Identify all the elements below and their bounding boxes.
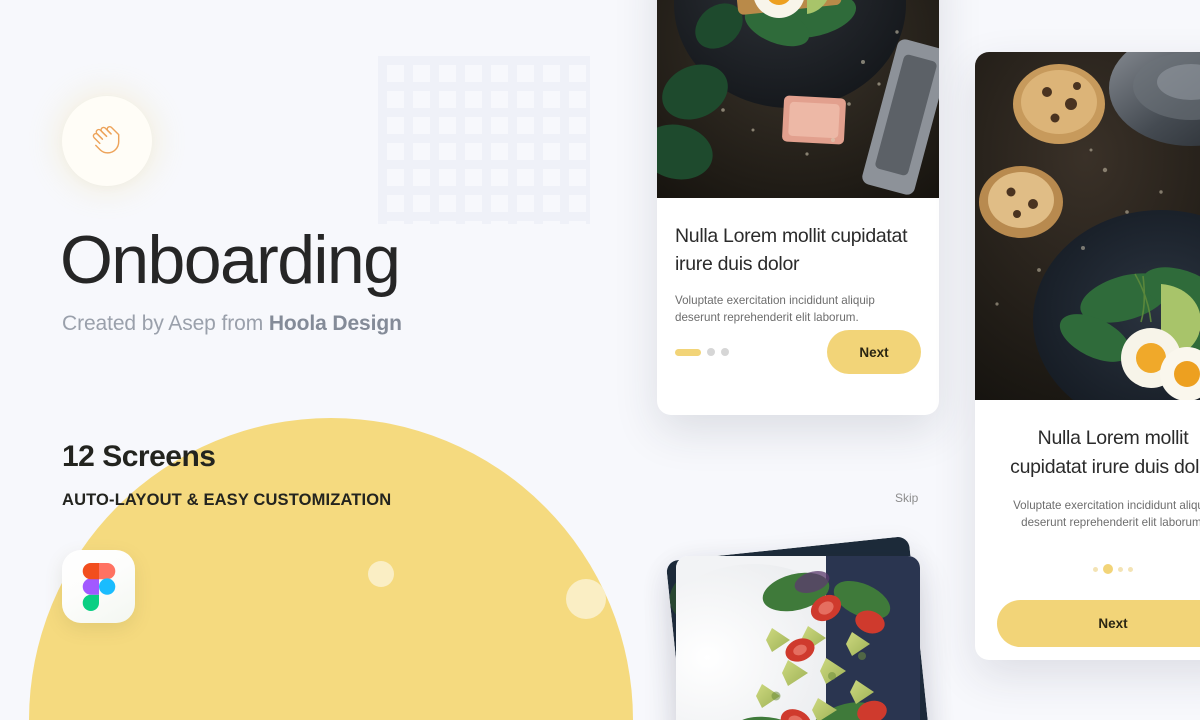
onboarding-card-1: Nulla Lorem mollit cupidatat irure duis …	[657, 0, 939, 415]
figma-app-tile[interactable]	[62, 550, 135, 623]
waving-hand-icon	[84, 118, 130, 164]
screens-count: 12 Screens	[62, 440, 216, 473]
card-1-body-text: Voluptate exercitation incididunt aliqui…	[675, 294, 875, 324]
next-button[interactable]: Next	[827, 330, 921, 374]
pagination-indicator[interactable]	[1093, 566, 1098, 572]
pagination-indicator[interactable]	[1128, 566, 1133, 572]
page-title: Onboarding	[60, 222, 401, 298]
pagination-indicator[interactable]	[707, 348, 715, 356]
pagination-indicator-active[interactable]	[675, 348, 701, 356]
card-1-pagination[interactable]	[675, 348, 729, 356]
screens-subtitle: AUTO-LAYOUT & EASY CUSTOMIZATION	[62, 491, 392, 509]
card-1-headline: Nulla Lorem mollit cupidatat irure duis …	[675, 225, 908, 275]
card-2-body-text: Voluptate exercitation incididunt aliqui…	[1013, 499, 1200, 529]
onboarding-card-3	[676, 556, 920, 720]
onboarding-card-2: Nulla Lorem mollit cupidatat irure duis …	[975, 52, 1200, 660]
card-2-body: Nulla Lorem mollit cupidatat irure duis …	[975, 400, 1200, 647]
figma-logo-icon	[82, 562, 116, 611]
card-1-footer: Next	[675, 330, 921, 374]
pesto-pasta-salad-photo	[676, 556, 920, 720]
pagination-indicator[interactable]	[721, 348, 729, 356]
byline-brand: Hoola Design	[268, 312, 402, 335]
card-2-headline: Nulla Lorem mollit cupidatat irure duis …	[1010, 427, 1200, 478]
skip-link[interactable]: Skip	[895, 491, 918, 505]
intro-pane: Onboarding Created by Asep from Hoola De…	[0, 0, 640, 720]
byline-prefix: Created by Asep from	[62, 312, 269, 335]
next-button[interactable]: Next	[997, 600, 1200, 647]
waving-hand-badge	[62, 96, 152, 186]
avocado-toast-egg-photo	[657, 0, 939, 198]
pagination-indicator-active[interactable]	[1103, 564, 1113, 574]
cookies-egg-salad-photo	[975, 52, 1200, 400]
card-1-body: Nulla Lorem mollit cupidatat irure duis …	[657, 198, 939, 415]
card-2-pagination[interactable]	[997, 564, 1200, 574]
byline: Created by Asep from Hoola Design	[62, 310, 402, 338]
pagination-indicator[interactable]	[1118, 566, 1123, 572]
